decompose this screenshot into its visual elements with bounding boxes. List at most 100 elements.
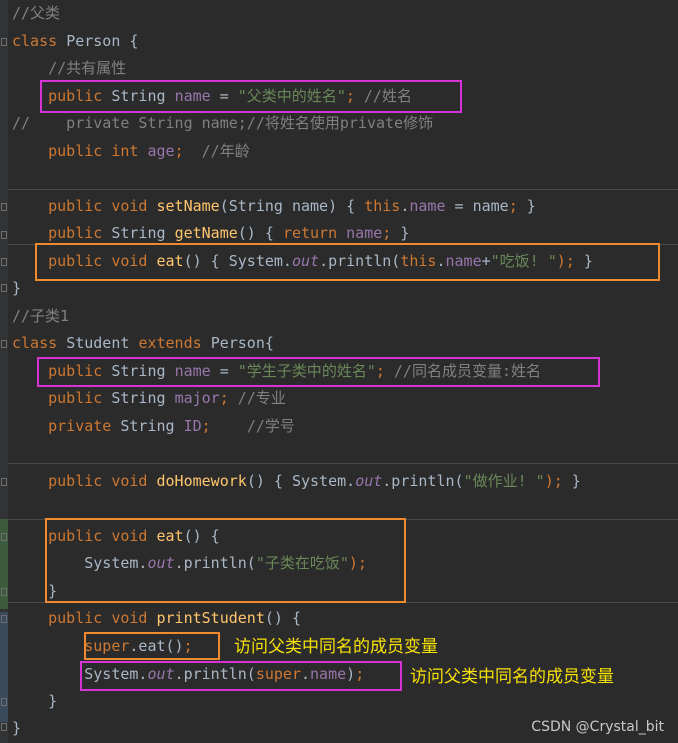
code-token: return	[282, 224, 347, 242]
fold-icon[interactable]	[1, 615, 7, 623]
code-token: Person{	[210, 334, 274, 352]
code-token: (String name) {	[219, 197, 365, 215]
super-name-annotation: 访问父类中同名的成员变量	[410, 667, 614, 687]
code-token: .println(	[382, 472, 464, 490]
code-token: }	[12, 279, 22, 297]
code-token: extends	[138, 334, 211, 352]
code-token: () {	[264, 609, 301, 627]
fold-icon[interactable]	[1, 533, 7, 541]
code-token: //子类1	[12, 307, 70, 325]
code-token: //父类	[12, 4, 61, 22]
code-token: }	[12, 719, 22, 737]
code-line[interactable]: class Student extends Person{	[12, 333, 274, 353]
fold-icon[interactable]	[1, 231, 7, 239]
code-token: ;	[201, 417, 247, 435]
code-token: String	[111, 224, 175, 242]
code-token: public	[48, 197, 112, 215]
method-separator	[8, 189, 678, 190]
code-line[interactable]: }	[12, 278, 21, 298]
fold-icon[interactable]	[1, 203, 7, 211]
code-token: public	[48, 389, 112, 407]
code-token: age	[147, 142, 175, 160]
code-line[interactable]: public String getName() { return name; }	[12, 223, 409, 243]
code-token: // private String name;//将姓名使用private修饰	[12, 114, 434, 132]
code-line[interactable]: class Person {	[12, 31, 138, 51]
code-token: void	[111, 472, 157, 490]
code-token: public	[48, 609, 112, 627]
code-token: ;	[382, 224, 392, 242]
code-token: }	[517, 197, 536, 215]
method-separator	[8, 463, 678, 464]
fold-icon[interactable]	[1, 284, 7, 292]
fold-icon[interactable]	[1, 258, 7, 266]
code-token: ;	[508, 197, 518, 215]
code-token: getName	[174, 224, 238, 242]
code-token: name	[346, 224, 383, 242]
code-line[interactable]: private String ID; //学号	[12, 416, 295, 436]
code-token: }	[562, 472, 581, 490]
code-line[interactable]: public void doHomework() { System.out.pr…	[12, 471, 581, 491]
code-line[interactable]: public void setName(String name) { this.…	[12, 196, 536, 216]
fold-icon[interactable]	[1, 723, 7, 731]
code-token: //学号	[246, 417, 295, 435]
code-line[interactable]: public String major; //专业	[12, 388, 286, 408]
code-token: name	[409, 197, 446, 215]
code-token: String	[120, 417, 184, 435]
fold-icon[interactable]	[1, 38, 7, 46]
code-line[interactable]: //父类	[12, 3, 60, 23]
code-token: printStudent	[156, 609, 265, 627]
code-token: //年龄	[201, 142, 250, 160]
fold-icon[interactable]	[1, 340, 7, 348]
fold-icon[interactable]	[1, 698, 7, 706]
code-token: class	[12, 334, 67, 352]
code-token: String	[111, 389, 175, 407]
code-token: () {	[237, 224, 283, 242]
parent-name-field-box	[40, 80, 462, 113]
code-token: ;	[219, 389, 238, 407]
parent-eat-method-box	[35, 243, 660, 281]
watermark: CSDN @Crystal_bit	[531, 719, 664, 735]
fold-icon[interactable]	[1, 478, 7, 486]
code-token: public	[48, 472, 112, 490]
code-token: );	[544, 472, 563, 490]
child-eat-method-box	[45, 518, 406, 603]
code-token: doHomework	[156, 472, 247, 490]
code-token: () { System.	[246, 472, 356, 490]
code-token: setName	[156, 197, 220, 215]
code-token: void	[111, 197, 157, 215]
code-line[interactable]: //共有属性	[12, 58, 126, 78]
code-token: = name	[445, 197, 509, 215]
code-token: //共有属性	[12, 59, 127, 77]
code-token: int	[111, 142, 148, 160]
code-token: }	[391, 224, 410, 242]
code-token: this	[364, 197, 401, 215]
code-token: class	[12, 32, 67, 50]
code-token: Person {	[66, 32, 139, 50]
code-token: public	[48, 142, 112, 160]
code-token: ID	[183, 417, 202, 435]
code-line[interactable]: public void printStudent() {	[12, 608, 301, 628]
super-eat-box	[84, 632, 220, 660]
code-line[interactable]: }	[12, 718, 21, 738]
code-token: "做作业! "	[463, 472, 545, 490]
code-token: void	[111, 609, 157, 627]
fold-icon[interactable]	[1, 588, 7, 596]
super-eat-annotation: 访问父类中同名的成员变量	[234, 637, 438, 657]
code-token: ;	[174, 142, 202, 160]
code-line[interactable]: // private String name;//将姓名使用private修饰	[12, 113, 433, 133]
code-token: }	[12, 692, 58, 710]
code-line[interactable]: //子类1	[12, 306, 69, 326]
code-token: //专业	[237, 389, 286, 407]
code-token: major	[174, 389, 220, 407]
code-line[interactable]: }	[12, 691, 57, 711]
code-line[interactable]: public int age; //年龄	[12, 141, 250, 161]
